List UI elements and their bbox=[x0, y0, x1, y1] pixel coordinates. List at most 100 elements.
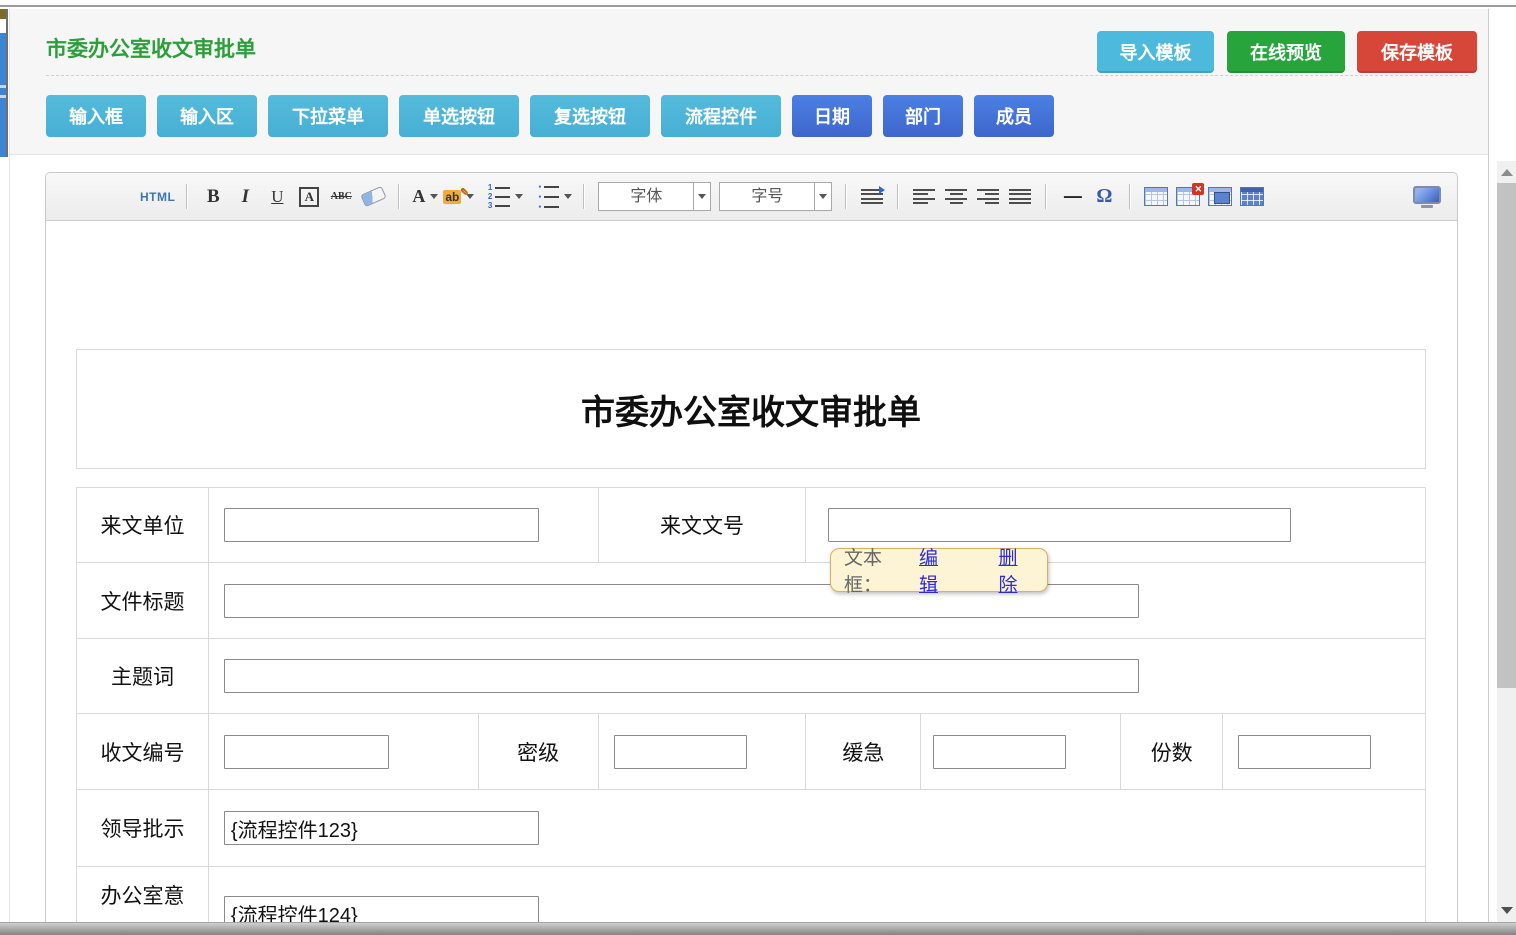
tooltip-label: 文本框： bbox=[844, 543, 915, 597]
insert-table-button[interactable] bbox=[1142, 182, 1170, 212]
ordered-list-button[interactable] bbox=[478, 182, 523, 212]
indent-icon bbox=[861, 189, 883, 205]
source-unit-input[interactable] bbox=[224, 508, 539, 542]
table-cell bbox=[209, 714, 479, 790]
indent-button[interactable] bbox=[858, 182, 886, 212]
eraser-icon bbox=[360, 186, 386, 207]
copies-input[interactable] bbox=[1238, 735, 1371, 769]
field-label-leader-instructions: 领导批示 bbox=[77, 790, 209, 867]
bold-button[interactable]: B bbox=[199, 182, 227, 212]
online-preview-button[interactable]: 在线预览 bbox=[1227, 31, 1345, 73]
save-template-button[interactable]: 保存模板 bbox=[1357, 31, 1477, 73]
field-label-subject-words: 主题词 bbox=[77, 639, 209, 714]
align-center-icon bbox=[945, 189, 967, 205]
widget-button-checkbox[interactable]: 复选按钮 bbox=[530, 95, 650, 137]
widget-button-date[interactable]: 日期 bbox=[792, 95, 872, 137]
remove-format-button[interactable] bbox=[359, 182, 387, 212]
chevron-down-icon bbox=[430, 194, 438, 199]
table-properties-icon bbox=[1240, 187, 1264, 206]
fullscreen-button[interactable] bbox=[1413, 186, 1441, 209]
font-frame-button[interactable]: A bbox=[295, 182, 323, 212]
html-source-button[interactable]: HTML bbox=[140, 182, 175, 212]
chevron-down-icon bbox=[819, 194, 827, 199]
toolbar-separator bbox=[398, 184, 400, 209]
align-left-icon bbox=[913, 189, 935, 205]
field-label-document-title: 文件标题 bbox=[77, 563, 209, 639]
table-cell bbox=[921, 714, 1121, 790]
strikethrough-button[interactable]: ABC bbox=[327, 182, 355, 212]
align-center-button[interactable] bbox=[942, 182, 970, 212]
widget-button-row: 输入框 输入区 下拉菜单 单选按钮 复选按钮 流程控件 日期 部门 成员 bbox=[46, 95, 1054, 137]
align-right-button[interactable] bbox=[974, 182, 1002, 212]
table-row: 领导批示 bbox=[77, 790, 1426, 867]
scroll-down-arrow-icon[interactable] bbox=[1501, 907, 1513, 914]
import-template-button[interactable]: 导入模板 bbox=[1097, 31, 1214, 73]
office-opinion-input[interactable] bbox=[224, 896, 539, 922]
widget-button-dropdown-menu[interactable]: 下拉菜单 bbox=[268, 95, 388, 137]
vertical-scrollbar[interactable] bbox=[1497, 161, 1516, 922]
toolbar-separator bbox=[583, 184, 585, 209]
table-row: 主题词 bbox=[77, 639, 1426, 714]
toolbar-separator bbox=[897, 184, 899, 209]
widget-button-department[interactable]: 部门 bbox=[883, 95, 963, 137]
left-edge-chip bbox=[0, 9, 6, 19]
widget-button-member[interactable]: 成员 bbox=[974, 95, 1054, 137]
widget-button-input-area[interactable]: 输入区 bbox=[157, 95, 257, 137]
table-properties-button[interactable] bbox=[1238, 182, 1266, 212]
horizontal-rule-button[interactable]: — bbox=[1058, 182, 1086, 212]
urgency-input[interactable] bbox=[933, 735, 1066, 769]
document-number-input[interactable] bbox=[828, 508, 1291, 542]
left-edge-tick bbox=[0, 85, 6, 88]
form-table: 来文单位 来文文号 文件标题 bbox=[76, 487, 1426, 922]
left-edge-strip bbox=[0, 9, 8, 157]
leader-instructions-input[interactable] bbox=[224, 811, 539, 845]
font-size-value: 字号 bbox=[720, 183, 814, 210]
widget-button-radio[interactable]: 单选按钮 bbox=[399, 95, 519, 137]
table-row: 收文编号 密级 缓急 份数 bbox=[77, 714, 1426, 790]
italic-button[interactable]: I bbox=[231, 182, 259, 212]
font-size-select[interactable]: 字号 bbox=[719, 182, 832, 211]
toolbar-separator bbox=[845, 184, 847, 209]
font-color-button[interactable]: A bbox=[411, 182, 439, 212]
table-cell bbox=[209, 867, 1426, 922]
widget-button-flow-control[interactable]: 流程控件 bbox=[661, 95, 781, 137]
unordered-list-button[interactable] bbox=[527, 182, 572, 212]
table-row: 文件标题 bbox=[77, 563, 1426, 639]
edit-control-link[interactable]: 编辑 bbox=[919, 543, 955, 597]
field-label-document-number: 来文文号 bbox=[599, 488, 807, 563]
toolbar-separator bbox=[1045, 184, 1047, 209]
highlight-color-button[interactable]: ab bbox=[443, 182, 474, 212]
font-family-select[interactable]: 字体 bbox=[598, 182, 711, 211]
editor-canvas[interactable]: 市委办公室收文审批单 来文单位 来文文号 bbox=[46, 221, 1457, 922]
ordered-list-icon bbox=[484, 185, 510, 209]
delete-control-link[interactable]: 删除 bbox=[999, 543, 1035, 597]
scroll-up-arrow-icon[interactable] bbox=[1501, 169, 1513, 176]
field-label-office-opinion: 办公室意 bbox=[77, 867, 209, 922]
field-label-source-unit: 来文单位 bbox=[77, 488, 209, 563]
security-level-input[interactable] bbox=[614, 735, 747, 769]
editor-toolbar: HTML B I U A ABC A ab bbox=[46, 173, 1457, 221]
form-title: 市委办公室收文审批单 bbox=[581, 385, 921, 434]
cell-properties-button[interactable] bbox=[1206, 182, 1234, 212]
table-cell bbox=[1223, 714, 1426, 790]
delete-table-button[interactable]: ✕ bbox=[1174, 182, 1202, 212]
justify-button[interactable] bbox=[1006, 182, 1034, 212]
table-cell bbox=[209, 790, 1426, 867]
receipt-number-input[interactable] bbox=[224, 735, 389, 769]
table-cell bbox=[209, 563, 1426, 639]
special-character-button[interactable]: Ω bbox=[1090, 182, 1118, 212]
scrollbar-thumb[interactable] bbox=[1497, 183, 1516, 688]
red-x-icon: ✕ bbox=[1192, 183, 1204, 195]
align-left-button[interactable] bbox=[910, 182, 938, 212]
field-label-urgency: 缓急 bbox=[806, 714, 921, 790]
page-content: 市委办公室收文审批单 导入模板 在线预览 保存模板 输入框 输入区 下拉菜单 单… bbox=[9, 9, 1489, 922]
widget-button-input-box[interactable]: 输入框 bbox=[46, 95, 146, 137]
rich-text-editor: HTML B I U A ABC A ab bbox=[45, 172, 1458, 922]
select-arrow-button[interactable] bbox=[814, 183, 831, 210]
subject-words-input[interactable] bbox=[224, 659, 1139, 693]
justify-icon bbox=[1009, 189, 1031, 205]
window-bottom-edge bbox=[0, 922, 1516, 935]
underline-button[interactable]: U bbox=[263, 182, 291, 212]
select-arrow-button[interactable] bbox=[693, 183, 710, 210]
field-label-security-level: 密级 bbox=[479, 714, 599, 790]
